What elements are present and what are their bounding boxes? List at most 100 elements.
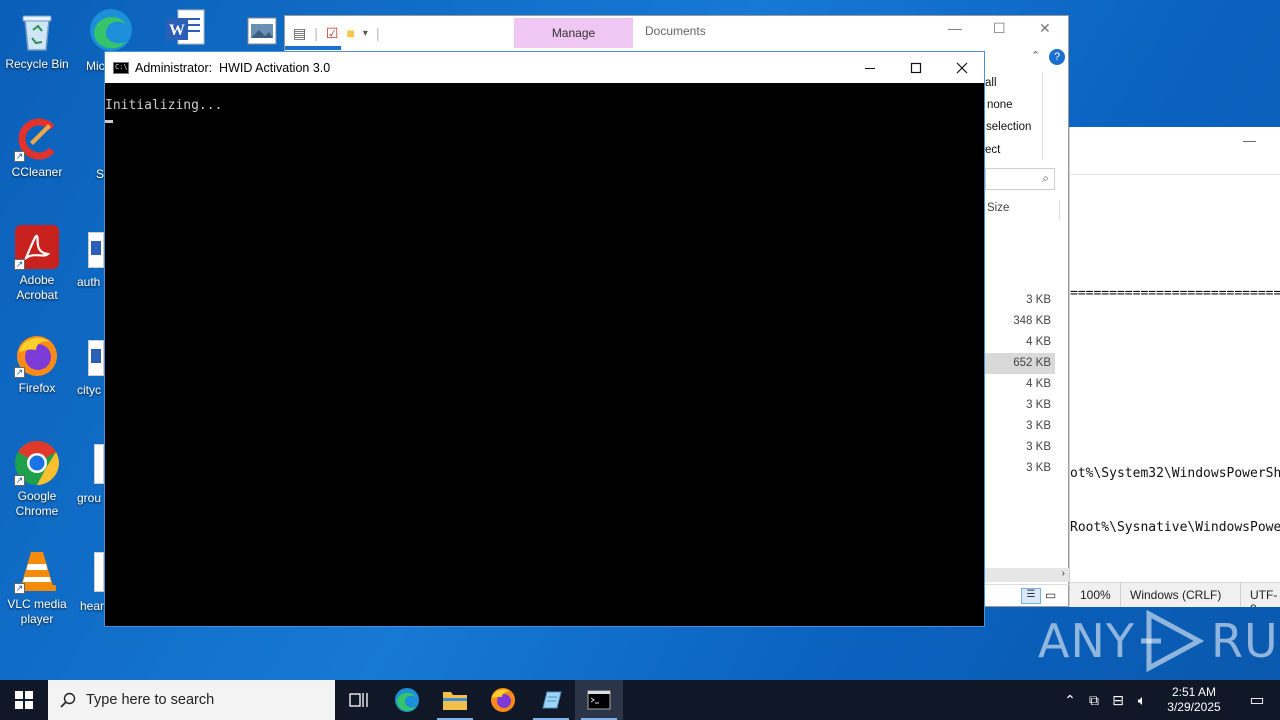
column-divider [1059, 200, 1060, 220]
window-title: Documents [645, 24, 706, 38]
ribbon-select-label: ect [985, 144, 1001, 156]
tab-manage[interactable]: Manage [514, 18, 633, 48]
desktop-icon-label: Adobe Acrobat [16, 273, 58, 302]
chevron-up-icon[interactable]: ⌃ [1058, 692, 1082, 709]
view-toggle-bar: ☰ ▭ [985, 584, 1069, 606]
file-tab-indicator[interactable] [285, 46, 341, 50]
taskbar-firefox[interactable] [479, 680, 527, 720]
ribbon-select-none[interactable]: none [987, 99, 1013, 111]
shortcut-arrow-icon: ↗ [14, 151, 25, 162]
status-line-ending: Windows (CRLF) [1130, 588, 1222, 602]
start-button[interactable] [0, 680, 48, 720]
status-divider [1120, 583, 1121, 607]
clock-time: 2:51 AM [1171, 685, 1217, 699]
firefox-icon [491, 688, 515, 712]
console-body[interactable]: Initializing... [105, 83, 984, 123]
watermark-left-text: ANY [1038, 614, 1135, 668]
notification-icon[interactable]: ▭ [1234, 690, 1280, 710]
device-icon[interactable]: ⧉ [1082, 692, 1106, 709]
desktop-icon-word[interactable]: W [166, 8, 206, 48]
desktop-icon-adobe-acrobat[interactable]: ↗ Adobe Acrobat [0, 224, 74, 303]
file-row-size[interactable]: 4 KB [985, 332, 1055, 353]
checkmark-icon[interactable]: ☑ [326, 25, 339, 42]
ribbon-invert-selection[interactable]: selection [986, 121, 1031, 133]
cmd-icon [587, 690, 611, 710]
image-file-icon [247, 17, 277, 45]
file-row-size[interactable]: 3 KB [985, 290, 1055, 311]
word-doc-icon[interactable] [88, 232, 104, 268]
desktop-icon-recycle-bin[interactable]: Recycle Bin [0, 8, 74, 72]
desktop-icon-firefox[interactable]: ↗ Firefox [0, 332, 74, 396]
anyrun-watermark: ANY RUN [1038, 610, 1280, 672]
minimize-button[interactable] [847, 52, 893, 83]
folder-icon[interactable]: ■ [346, 25, 354, 41]
system-tray: ⌃ ⧉ ⊟ 🔈︎ 2:51 AM 3/29/2025 ▭ [1058, 680, 1280, 720]
chevron-up-icon[interactable]: ⌃ [1031, 49, 1040, 62]
scroll-right-icon[interactable]: › [1062, 568, 1065, 579]
chevron-down-icon[interactable]: ▾ [363, 28, 368, 39]
file-row-size[interactable]: 3 KB [985, 458, 1055, 479]
notepad-line-path2: Root%\Sysnative\WindowsPowe [1070, 520, 1280, 535]
close-button[interactable] [939, 52, 985, 83]
clock[interactable]: 2:51 AM 3/29/2025 [1154, 685, 1234, 715]
network-icon[interactable]: ⊟ [1106, 692, 1130, 709]
large-icons-view-icon[interactable]: ▭ [1045, 588, 1056, 602]
maximize-icon[interactable]: ☐ [993, 20, 1006, 37]
desktop-icon-google-chrome[interactable]: ↗ Google Chrome [0, 440, 74, 519]
console-window[interactable]: C:\ Administrator: HWID Activation 3.0 I… [104, 51, 985, 627]
svg-text:W: W [169, 22, 185, 39]
desktop-icon-label: Firefox [18, 381, 56, 395]
edge-icon [395, 688, 419, 712]
column-header-size[interactable]: Size [987, 202, 1009, 214]
ribbon-select-all[interactable]: all [985, 77, 997, 89]
document-icon[interactable] [94, 552, 104, 592]
file-row-size[interactable]: 3 KB [985, 437, 1055, 458]
word-doc-icon[interactable] [88, 340, 104, 376]
console-title-bar[interactable]: C:\ Administrator: HWID Activation 3.0 [105, 52, 984, 83]
taskbar-file-explorer[interactable] [431, 680, 479, 720]
shortcut-arrow-icon: ↗ [14, 367, 25, 378]
status-zoom: 100% [1080, 588, 1111, 602]
details-view-icon[interactable]: ☰ [1021, 588, 1041, 604]
file-row-size[interactable]: 348 KB [985, 311, 1055, 332]
help-icon[interactable]: ? [1049, 49, 1065, 65]
desktop-icon-label-cut: cityc [77, 383, 101, 397]
document-icon[interactable] [94, 444, 104, 484]
volume-icon[interactable]: 🔈︎ [1130, 692, 1154, 709]
shortcut-arrow-icon: ↗ [14, 259, 25, 270]
vlc-icon: ↗ [14, 548, 60, 594]
notepad-menu-divider [1070, 174, 1280, 175]
cmd-icon: C:\ [113, 61, 129, 74]
taskbar-edge[interactable] [383, 680, 431, 720]
desktop-icon-edge[interactable] [86, 6, 136, 54]
firefox-icon: ↗ [14, 332, 60, 378]
desktop-icon-image[interactable] [246, 14, 278, 46]
shortcut-arrow-icon: ↗ [14, 583, 25, 594]
desktop-icon-label: Google Chrome [15, 489, 59, 518]
desktop-icon-vlc[interactable]: ↗ VLC media player [0, 548, 74, 627]
taskbar-search-box[interactable]: Type here to search [48, 680, 335, 720]
desktop-icon-label: VLC media player [7, 597, 67, 626]
notepad-icon [542, 691, 562, 709]
folder-icon [443, 692, 467, 710]
properties-icon[interactable]: ▤ [293, 25, 306, 42]
file-row-size[interactable]: 3 KB [985, 395, 1055, 416]
desktop-icon-label-cut: auth [77, 275, 101, 289]
taskbar-console[interactable] [575, 680, 623, 720]
minimize-icon[interactable]: — [1243, 133, 1256, 148]
close-icon[interactable]: ✕ [1039, 20, 1051, 37]
chrome-icon: ↗ [14, 440, 60, 486]
minimize-icon[interactable]: — [948, 20, 962, 36]
file-row-size[interactable]: 4 KB [985, 374, 1055, 395]
desktop-icon-label: Recycle Bin [5, 57, 69, 71]
file-row-size[interactable]: 3 KB [985, 416, 1055, 437]
desktop-icon-ccleaner[interactable]: ↗ CCleaner [0, 116, 74, 180]
task-view-button[interactable] [335, 680, 383, 720]
horizontal-scrollbar[interactable]: › [985, 568, 1069, 582]
notepad-window[interactable]: — =================================== ot… [1069, 127, 1280, 607]
file-row-size[interactable]: 652 KB [985, 353, 1055, 374]
taskbar-notepad[interactable] [527, 680, 575, 720]
search-input[interactable]: ⌕ [985, 168, 1055, 190]
maximize-button[interactable] [893, 52, 939, 83]
search-placeholder: Type here to search [86, 692, 215, 708]
